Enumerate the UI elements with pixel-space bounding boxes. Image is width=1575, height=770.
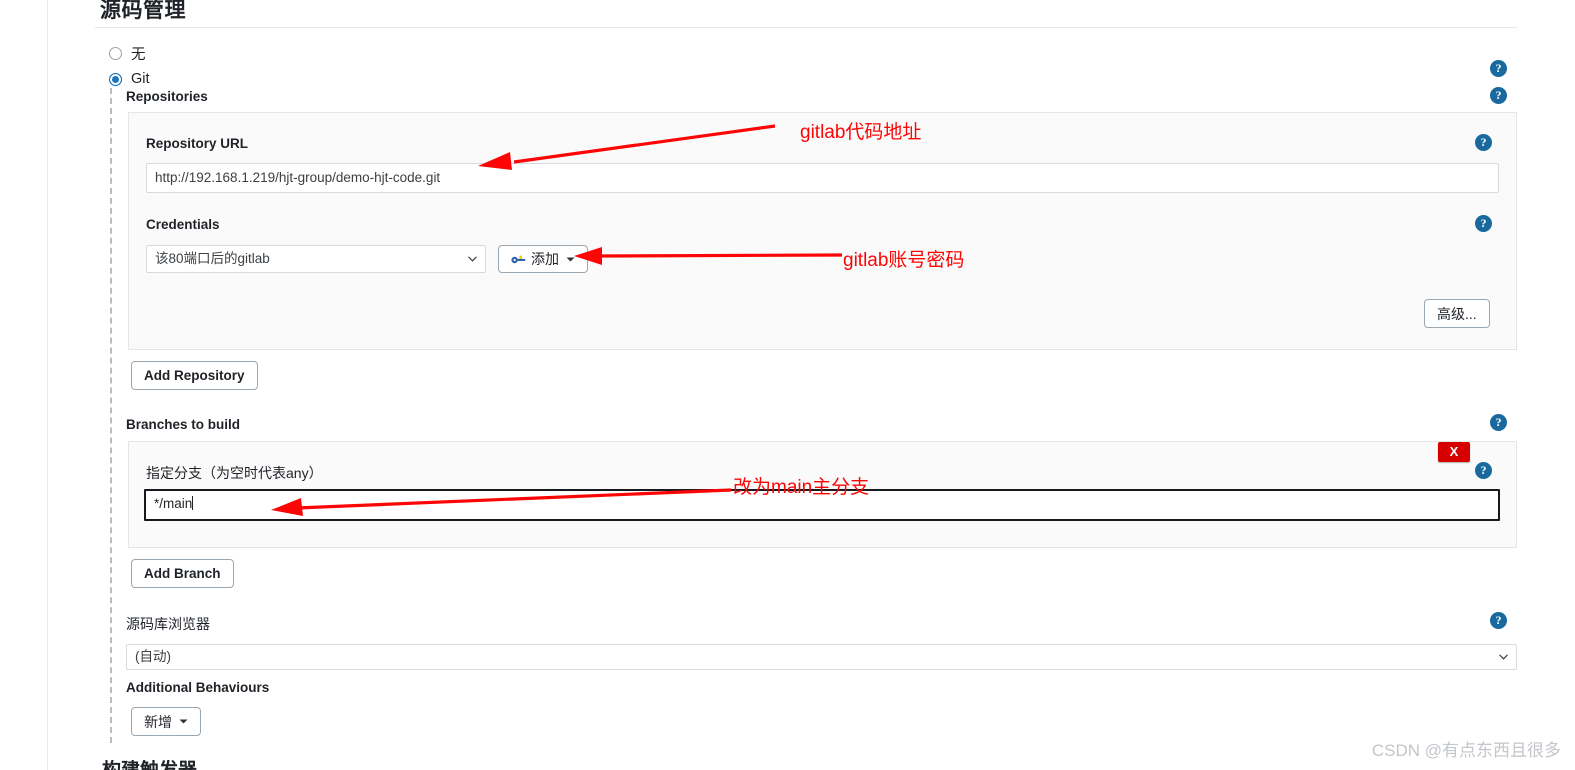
page-title: 源码管理: [100, 0, 186, 22]
add-branch-label: Add Branch: [144, 566, 221, 581]
branch-specifier-label: 指定分支（为空时代表any）: [146, 465, 323, 481]
repository-url-label: Repository URL: [146, 136, 249, 151]
text-cursor: [192, 496, 194, 510]
caret-down-icon: [566, 257, 575, 261]
radio-git-icon[interactable]: [109, 72, 122, 86]
annotation-label-2: gitlab账号密码: [843, 250, 965, 271]
add-credentials-button[interactable]: 添加: [498, 245, 588, 273]
scm-section: 源码管理: [95, 0, 1517, 28]
help-icon-branches[interactable]: ?: [1490, 414, 1507, 431]
scm-configuration-page: 源码管理 无 Git Repositories Repository URL h…: [0, 0, 1575, 770]
credentials-label: Credentials: [146, 217, 220, 232]
repositories-label: Repositories: [126, 89, 208, 104]
repository-panel: [128, 112, 1517, 350]
advanced-button[interactable]: 高级...: [1424, 299, 1490, 328]
help-icon-branch-specifier[interactable]: ?: [1475, 462, 1492, 479]
scm-radio-group: 无 Git: [103, 32, 150, 92]
watermark: CSDN @有点东西且很多: [1371, 741, 1561, 760]
key-icon: [511, 255, 526, 263]
chevron-down-icon: [468, 256, 477, 262]
add-behaviour-label: 新增: [144, 713, 172, 730]
indent-guide: [110, 88, 112, 743]
scm-option-none[interactable]: 无: [103, 40, 150, 66]
help-icon-repository-url[interactable]: ?: [1475, 134, 1492, 151]
branches-to-build-label: Branches to build: [126, 417, 241, 432]
additional-behaviours-label: Additional Behaviours: [126, 680, 270, 695]
scm-option-none-label: 无: [131, 46, 146, 63]
repository-url-input[interactable]: http://192.168.1.219/hjt-group/demo-hjt-…: [146, 163, 1499, 193]
help-icon-browser[interactable]: ?: [1490, 612, 1507, 629]
credentials-select-value: 该80端口后的gitlab: [155, 251, 270, 266]
chevron-down-icon-browser: [1499, 654, 1508, 660]
credentials-select[interactable]: 该80端口后的gitlab: [146, 245, 486, 273]
repository-browser-value: (自动): [135, 649, 171, 664]
advanced-button-label: 高级...: [1437, 305, 1477, 322]
radio-none-icon[interactable]: [109, 46, 122, 60]
help-icon-credentials[interactable]: ?: [1475, 215, 1492, 232]
branch-delete-button[interactable]: X: [1438, 442, 1470, 462]
add-credentials-label: 添加: [531, 251, 559, 267]
help-icon-git[interactable]: ?: [1490, 60, 1507, 77]
add-repository-button[interactable]: Add Repository: [131, 361, 258, 390]
title-divider: [95, 27, 1517, 28]
scm-option-git-label: Git: [131, 71, 150, 87]
repository-browser-label: 源码库浏览器: [126, 616, 210, 632]
branch-specifier-value: */main: [154, 496, 193, 511]
next-section-heading: 构建触发器: [102, 760, 197, 770]
annotation-label-1: gitlab代码地址: [800, 122, 922, 143]
page-gutter-line: [47, 0, 48, 770]
caret-down-icon-behaviour: [179, 719, 188, 724]
add-branch-button[interactable]: Add Branch: [131, 559, 234, 588]
repository-browser-select[interactable]: (自动): [126, 644, 1517, 670]
add-repository-label: Add Repository: [144, 368, 245, 383]
annotation-label-3: 改为main主分支: [733, 477, 870, 498]
help-icon-repositories[interactable]: ?: [1490, 87, 1507, 104]
add-behaviour-button[interactable]: 新增: [131, 707, 201, 736]
